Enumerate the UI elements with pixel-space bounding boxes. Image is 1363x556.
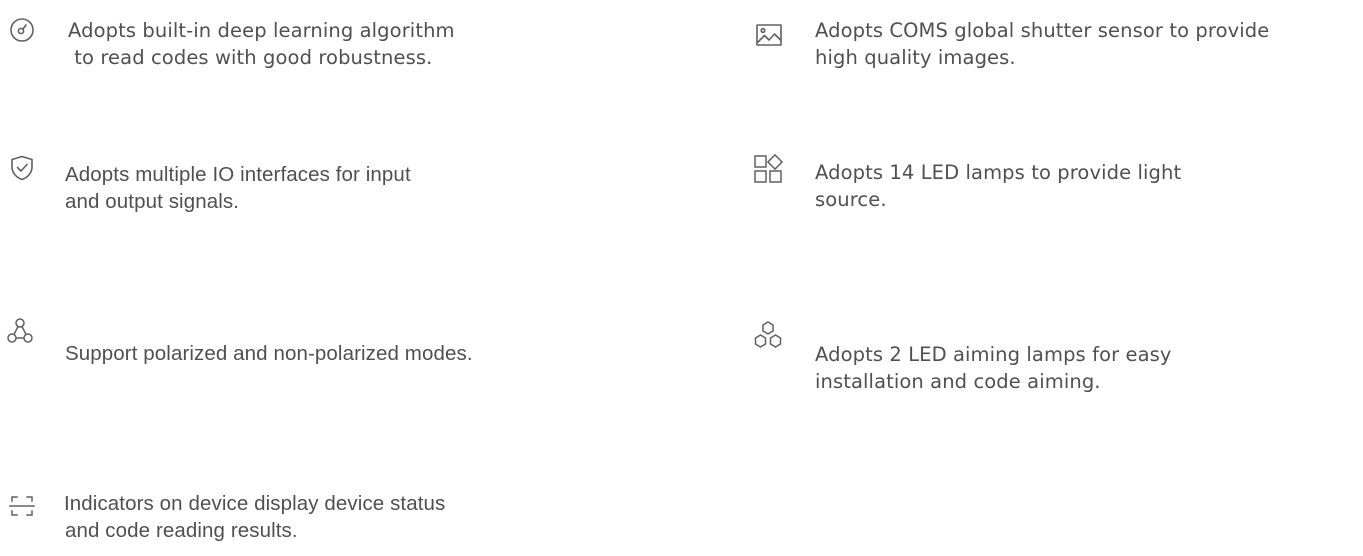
feature-text: Adopts multiple IO interfaces for input … [65,161,411,215]
apps-grid-icon [753,153,784,183]
nodes-icon [7,318,33,344]
feature-text: Support polarized and non-polarized mode… [65,340,473,367]
feature-aiming-lamps: Adopts 2 LED aiming lamps for easy insta… [753,321,1353,401]
feature-line: source. [815,188,887,211]
feature-line: to read codes with good robustness. [68,46,433,69]
feature-line: Indicators on device display device stat… [64,492,446,515]
feature-text: Adopts 2 LED aiming lamps for easy insta… [815,341,1172,395]
hexagons-icon [753,321,783,351]
feature-line: Adopts 14 LED lamps to provide light [815,161,1182,184]
feature-line: Adopts multiple IO interfaces for input [65,163,411,186]
feature-line: installation and code aiming. [815,370,1101,393]
feature-text: Adopts COMS global shutter sensor to pro… [815,17,1269,71]
feature-text: Adopts built-in deep learning algorithm … [68,17,455,71]
scan-frame-icon [9,493,35,519]
feature-text: Indicators on device display device stat… [64,490,445,544]
feature-line: high quality images. [815,46,1016,69]
feature-line: Adopts 2 LED aiming lamps for easy [815,343,1172,366]
shield-check-icon [9,155,35,181]
image-icon [756,23,782,49]
feature-global-shutter: Adopts COMS global shutter sensor to pro… [756,18,1356,78]
feature-line: Adopts COMS global shutter sensor to pro… [815,19,1270,42]
feature-io-interfaces: Adopts multiple IO interfaces for input … [9,155,569,215]
feature-deep-learning: Adopts built-in deep learning algorithm … [9,18,569,78]
feature-text: Adopts 14 LED lamps to provide light sou… [815,159,1181,213]
feature-line: and output signals. [65,190,239,213]
feature-indicators: Indicators on device display device stat… [9,490,569,553]
gauge-icon [9,18,35,44]
feature-line: Adopts built-in deep learning algorithm [68,19,455,42]
feature-line: Support polarized and non-polarized mode… [65,342,473,365]
feature-polarized-modes: Support polarized and non-polarized mode… [7,318,587,365]
feature-line: and code reading results. [65,519,298,542]
feature-led-lamps: Adopts 14 LED lamps to provide light sou… [753,153,1353,213]
